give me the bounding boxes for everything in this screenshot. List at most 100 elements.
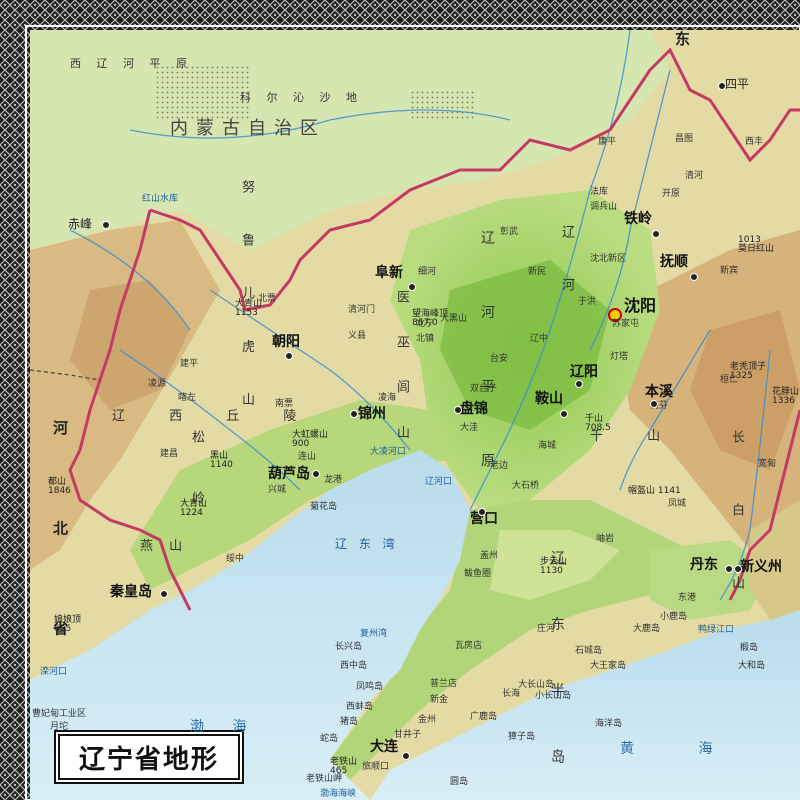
terrain-label-liaohe: 辽 河: [559, 225, 574, 310]
water-fuzhou-bay: 复州湾: [360, 629, 388, 639]
terrain-label-changbai: 长 白 山: [729, 430, 744, 618]
peak-dushan: 都山 1846: [48, 477, 71, 496]
town-lingyuan: 凌源: [148, 379, 167, 389]
city-anshan[interactable]: 鞍山: [535, 392, 563, 406]
city-dot-xinyizhou: [734, 565, 742, 573]
water-daling: 大凌河口: [370, 447, 407, 457]
terrain-map[interactable]: 辽宁省地形 内蒙古自治区 西 辽 河 平 原 科 尔 沁 沙 地 河 北 省 东…: [30, 30, 800, 800]
city-dot-qinhuangdao: [160, 590, 168, 598]
town-xinbin: 新宾: [720, 266, 739, 276]
peak-maokui: 帽盔山 1141: [628, 486, 681, 496]
city-dalian[interactable]: 大连: [370, 740, 398, 754]
town-qinghemen: 清河门: [348, 305, 376, 315]
town-ganjingzi: 甘井子: [394, 730, 422, 740]
island-laotie: 老铁山岬: [306, 774, 343, 784]
peak-wanghai: 望海峰顶 867.0: [412, 309, 449, 328]
peak-qianshan: 千山 708.5: [585, 414, 611, 433]
city-tieling[interactable]: 铁岭: [624, 212, 652, 226]
town-lianshan: 连山: [298, 452, 317, 462]
city-panjin[interactable]: 盘锦: [460, 402, 488, 416]
town-yingkou-ports: 鲅鱼圈: [464, 569, 492, 579]
town-pulandian: 普兰店: [430, 679, 458, 689]
water-huanghai: 黄 海: [620, 741, 743, 757]
city-dot-siping: [718, 82, 726, 90]
town-liaozhong: 辽中: [530, 334, 549, 344]
town-xinjin: 新金: [430, 695, 449, 705]
city-dot-yingkou: [478, 508, 486, 516]
town-sujiatun: 苏家屯: [612, 319, 640, 329]
label-yuetuo: 月坨: [50, 722, 69, 732]
town-xinmin: 新民: [528, 267, 547, 277]
terrain-label-liaodong-peninsula: 辽 东 半 岛: [549, 550, 565, 788]
town-longgang: 龙港: [324, 475, 343, 485]
town-xiuyan: 岫岩: [596, 534, 615, 544]
terrain-label-yiwulv: 医 巫 闾 山: [394, 290, 409, 453]
town-beizhen: 北镇: [416, 334, 435, 344]
city-chaoyang[interactable]: 朝阳: [272, 335, 300, 349]
city-dot-benxi: [650, 400, 658, 408]
city-chifeng[interactable]: 赤峰: [68, 218, 92, 230]
island-yuanhai: 圆岛: [450, 777, 469, 787]
town-nanpiao: 南票: [275, 399, 294, 409]
water-luanhe: 滦河口: [40, 667, 68, 677]
city-huludao[interactable]: 葫芦岛: [268, 467, 310, 481]
city-shenyang[interactable]: 沈阳: [624, 298, 656, 314]
city-dot-tieling: [652, 230, 660, 238]
island-juhua: 菊花岛: [310, 502, 338, 512]
city-jinzhou[interactable]: 锦州: [358, 407, 386, 421]
city-dot-chifeng: [102, 221, 110, 229]
peak-laotie: 老铁山 465: [330, 757, 358, 776]
city-dot-dandong: [725, 565, 733, 573]
town-yuhong: 于洪: [578, 297, 597, 307]
town-donggang: 东港: [678, 593, 697, 603]
city-dot-fushun: [690, 273, 698, 281]
map-title-box: 辽宁省地形: [58, 734, 240, 780]
city-liaoyang[interactable]: 辽阳: [570, 365, 598, 379]
town-fengcheng: 凤城: [668, 499, 687, 509]
peak-buyun: 步云山 1130: [540, 557, 568, 576]
water-hongshan: 红山水库: [142, 194, 179, 204]
region-label-dong: 东: [675, 30, 693, 48]
city-xinyizhou[interactable]: 新义州: [740, 560, 782, 574]
island-changxing: 长兴岛: [335, 642, 363, 652]
island-dahe: 大和岛: [738, 661, 766, 671]
town-qingyuan: 清河: [685, 171, 704, 181]
peak-heishan: 黑山 1140: [210, 451, 233, 470]
peak-niangniang: 娘娘顶 695: [54, 615, 82, 634]
town-gaizhou: 盖州: [480, 551, 499, 561]
town-zhangwu: 彰武: [500, 227, 519, 237]
city-dandong[interactable]: 丹东: [690, 558, 718, 572]
city-dot-chaoyang: [285, 352, 293, 360]
island-zhudao: 猪岛: [340, 717, 359, 727]
town-jinzhou-d: 金州: [418, 715, 437, 725]
island-guanglu: 广鹿岛: [470, 712, 498, 722]
island-dalu: 大鹿岛: [633, 624, 661, 634]
region-label-keerqin: 科 尔 沁 沙 地: [240, 91, 363, 104]
city-dot-anshan: [560, 410, 568, 418]
water-bohai-strait: 渤海海峡: [320, 789, 357, 799]
peak-daqingshan: 大青山 1153: [235, 299, 263, 318]
town-xingcheng: 兴城: [268, 485, 287, 495]
town-faku: 法库: [590, 187, 609, 197]
city-qinhuangdao[interactable]: 秦皇岛: [110, 585, 152, 599]
city-benxi[interactable]: 本溪: [645, 385, 673, 399]
town-shuangtai: 双台子: [470, 384, 498, 394]
peak-huabo: 花脖山 1336: [772, 387, 800, 406]
city-dot-liaoyang: [575, 380, 583, 388]
island-shicheng: 石城岛: [575, 646, 603, 656]
city-siping[interactable]: 四平: [725, 78, 749, 90]
city-dot-dalian: [402, 752, 410, 760]
city-fushun[interactable]: 抚顺: [660, 255, 688, 269]
region-label-nei-menggu: 内蒙古自治区: [170, 118, 326, 139]
region-label-xiliao-plain: 西 辽 河 平 原: [70, 57, 193, 70]
town-taian: 台安: [490, 354, 509, 364]
city-dot-jinzhou: [350, 410, 358, 418]
island-shetuo: 蛇岛: [320, 734, 339, 744]
peak-dayishan: 大青山 1224: [180, 499, 208, 518]
map-title: 辽宁省地形: [78, 744, 219, 775]
island-xizhong: 西中岛: [340, 661, 368, 671]
region-label-hebei: 河 北 省: [51, 420, 69, 676]
terrain-label-liaoxi: 辽 西 丘 陵: [112, 409, 317, 424]
city-fuxin[interactable]: 阜新: [375, 266, 403, 280]
town-lvshun: 旅顺口: [362, 762, 390, 772]
